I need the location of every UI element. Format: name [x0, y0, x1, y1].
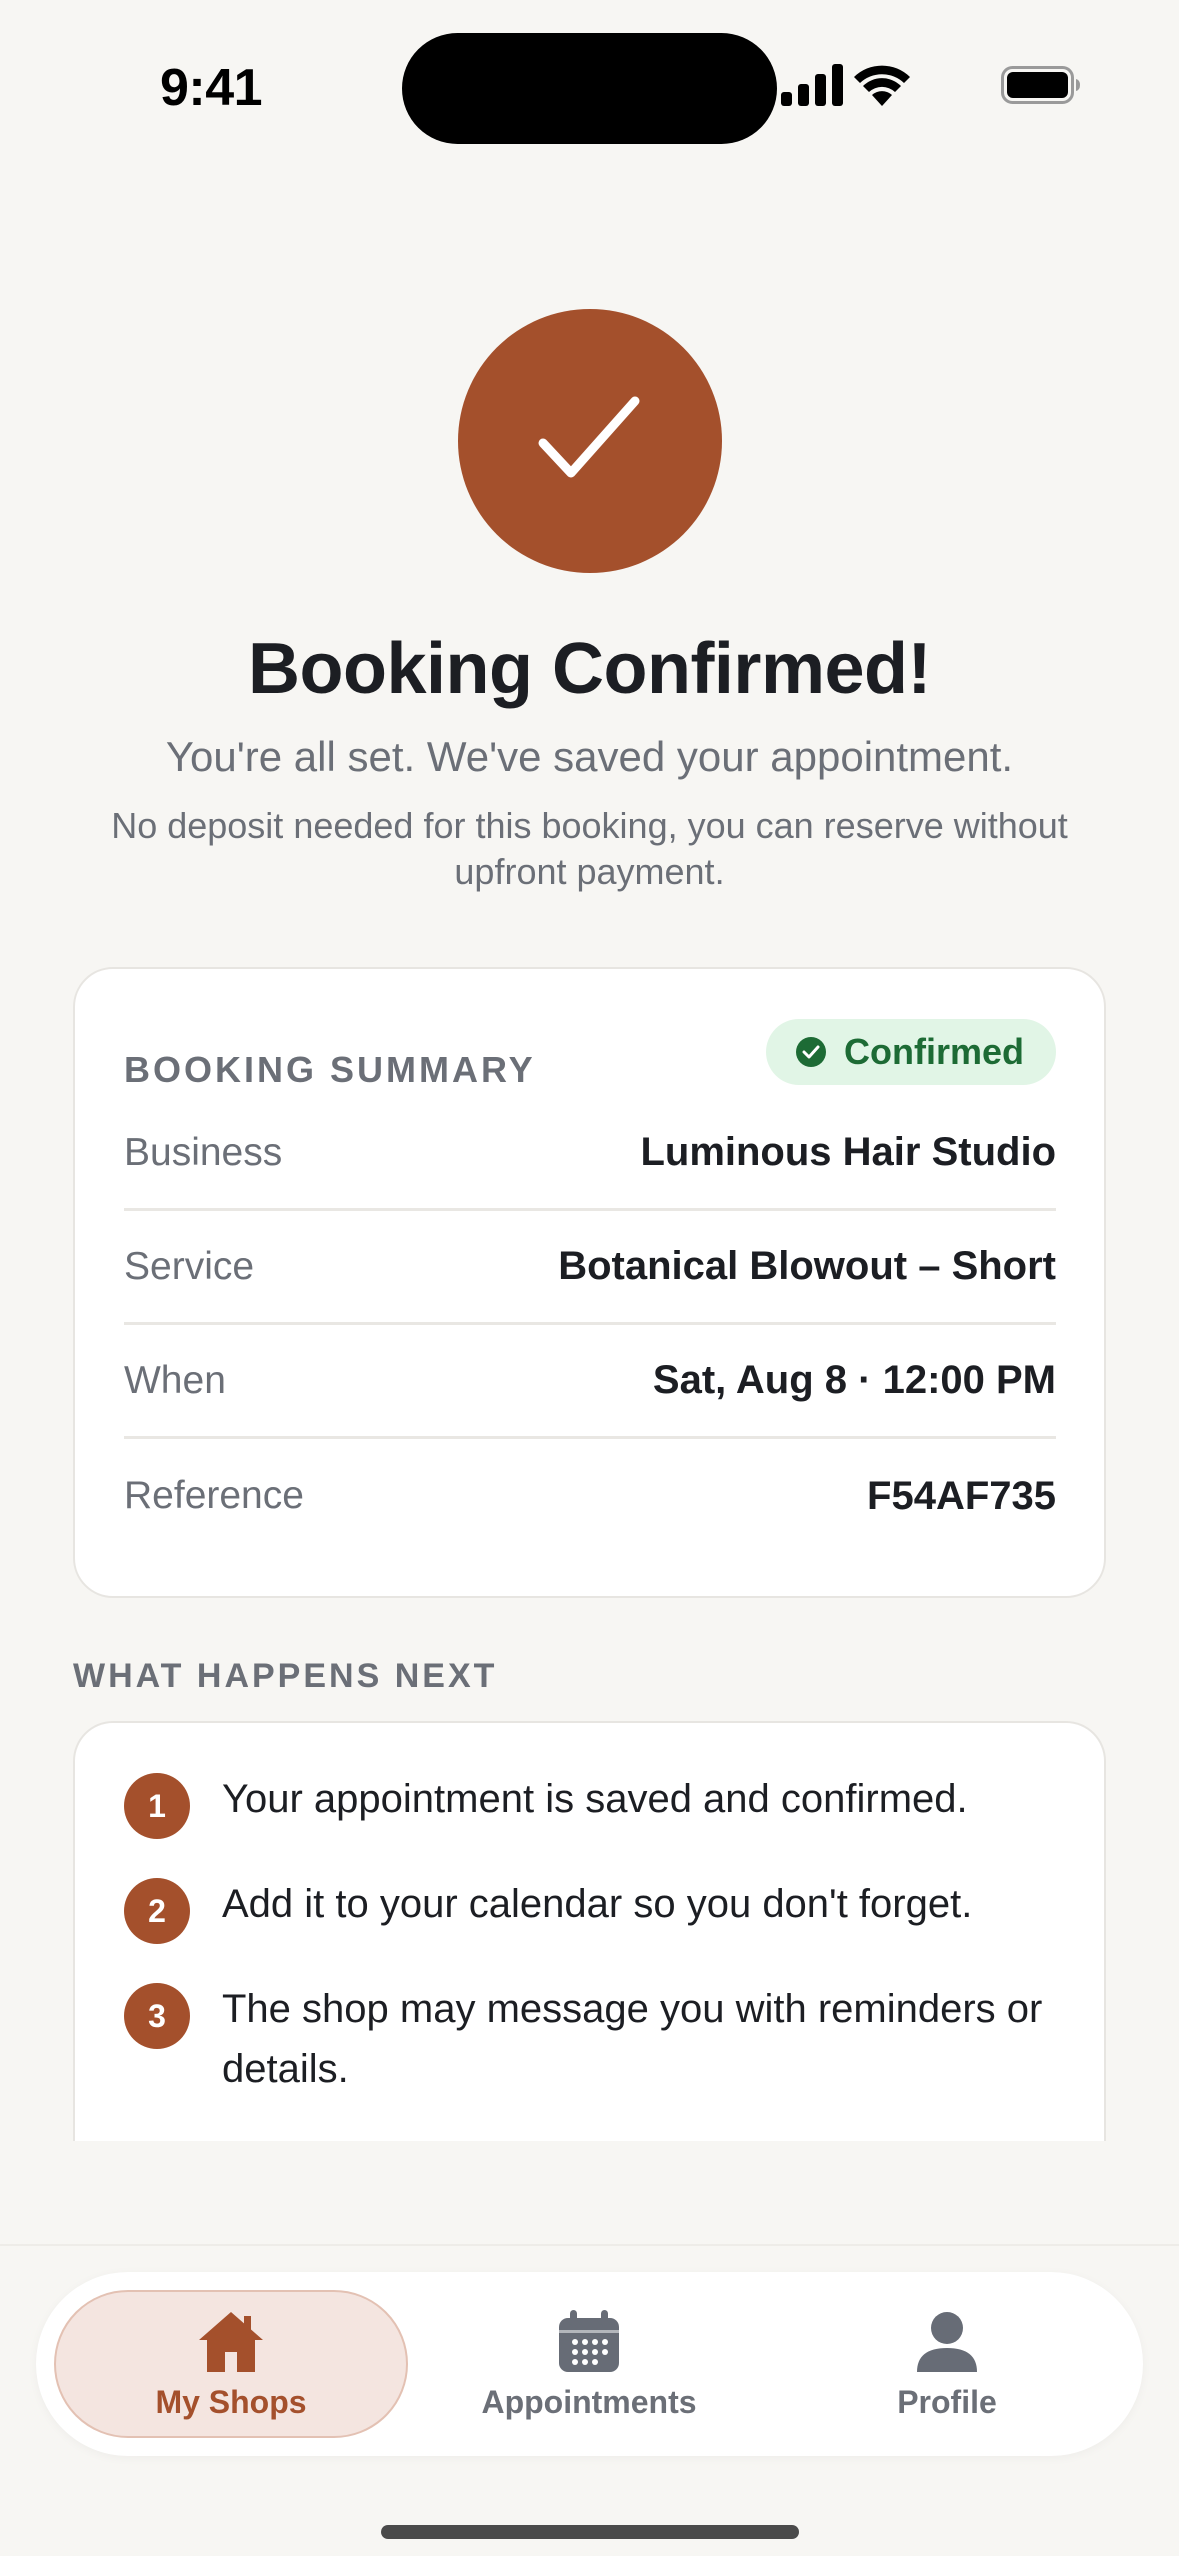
- tab-label: Appointments: [481, 2383, 697, 2420]
- step-text: Add it to your calendar so you don't for…: [222, 1882, 973, 1926]
- summary-row-business: Business Luminous Hair Studio: [124, 1097, 1056, 1211]
- step-item: 1 Your appointment is saved and confirme…: [124, 1773, 1064, 1839]
- dynamic-island: [402, 33, 777, 144]
- tab-label: My Shops: [155, 2383, 307, 2420]
- status-badge-label: Confirmed: [844, 1031, 1024, 1072]
- booking-summary-card: BOOKING SUMMARY Confirmed Business Lumin…: [73, 967, 1106, 1598]
- tab-bar-container: My Shops Appointments Profile: [0, 2244, 1179, 2556]
- tab-label: Profile: [897, 2383, 997, 2420]
- battery-icon: [1001, 66, 1080, 104]
- tab-bar: My Shops Appointments Profile: [36, 2272, 1143, 2456]
- tab-my-shops[interactable]: My Shops: [54, 2290, 408, 2438]
- row-label: Service: [124, 1244, 255, 1288]
- row-value: Luminous Hair Studio: [640, 1130, 1056, 1174]
- summary-row-service: Service Botanical Blowout – Short: [124, 1211, 1056, 1325]
- step-number: 1: [124, 1773, 190, 1839]
- step-item: 2 Add it to your calendar so you don't f…: [124, 1878, 1064, 1944]
- house-icon: [199, 2311, 263, 2372]
- summary-row-reference: Reference F54AF735: [124, 1439, 1056, 1553]
- checkmark-icon: [538, 396, 640, 478]
- row-value: F54AF735: [867, 1473, 1056, 1518]
- page-subtitle: You're all set. We've saved your appoint…: [165, 733, 1014, 780]
- wifi-icon: [854, 65, 910, 106]
- step-number: 2: [124, 1878, 190, 1944]
- status-time: 9:41: [160, 59, 263, 117]
- row-label: Reference: [124, 1474, 304, 1517]
- cellular-signal-icon: [781, 64, 843, 106]
- page-title: Booking Confirmed!: [248, 629, 931, 709]
- success-check-badge: [458, 309, 722, 573]
- tab-profile[interactable]: Profile: [770, 2290, 1124, 2438]
- booking-confirmation-screen: 9:41 Booking Confirmed! You're all set. …: [0, 0, 1179, 2556]
- check-circle-icon: [796, 1037, 826, 1067]
- step-text: Your appointment is saved and confirmed.: [222, 1777, 968, 1821]
- deposit-note: No deposit needed for this booking, you …: [111, 805, 1068, 892]
- calendar-icon: [559, 2309, 619, 2372]
- person-icon: [917, 2311, 977, 2372]
- row-label: When: [124, 1358, 226, 1402]
- step-number: 3: [124, 1983, 190, 2049]
- summary-row-when: When Sat, Aug 8 · 12:00 PM: [124, 1325, 1056, 1439]
- next-steps-heading: WHAT HAPPENS NEXT: [73, 1657, 498, 1695]
- status-icons: [781, 64, 1081, 108]
- row-value: Sat, Aug 8 · 12:00 PM: [652, 1358, 1056, 1402]
- next-steps-card: 1 Your appointment is saved and confirme…: [73, 1721, 1106, 2141]
- home-indicator[interactable]: [381, 2525, 799, 2539]
- summary-heading: BOOKING SUMMARY: [124, 1049, 536, 1090]
- status-badge: Confirmed: [766, 1019, 1056, 1085]
- step-item: 3 The shop may message you with reminder…: [124, 1983, 1064, 2099]
- row-value: Botanical Blowout – Short: [558, 1244, 1056, 1288]
- row-label: Business: [124, 1130, 283, 1174]
- step-text: The shop may message you with reminders …: [222, 1987, 1043, 2091]
- tab-appointments[interactable]: Appointments: [412, 2290, 766, 2438]
